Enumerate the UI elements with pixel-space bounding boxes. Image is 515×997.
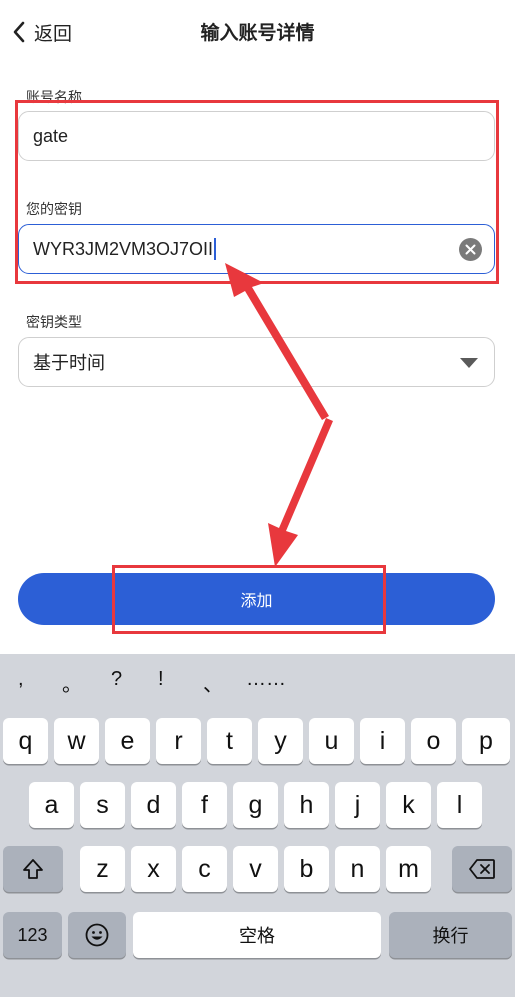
emoji-key[interactable] [68,912,126,958]
key-u[interactable]: u [309,718,354,764]
secret-key-value: WYR3JM2VM3OJ7OII [33,238,214,259]
key-type-value: 基于时间 [33,353,105,373]
key-d[interactable]: d [131,782,176,828]
secret-key-input[interactable]: WYR3JM2VM3OJ7OII [18,224,495,274]
key-c[interactable]: c [182,846,227,892]
return-key[interactable]: 换行 [389,912,512,958]
text-caret [214,238,217,260]
key-z[interactable]: z [80,846,125,892]
key-i[interactable]: i [360,718,405,764]
key-n[interactable]: n [335,846,380,892]
key-y[interactable]: y [258,718,303,764]
home-indicator-area [0,991,515,997]
key-o[interactable]: o [411,718,456,764]
annotation-arrow-down [268,418,333,567]
key-j[interactable]: j [335,782,380,828]
shift-icon [23,859,43,879]
space-key[interactable]: 空格 [133,912,381,958]
punct-key[interactable]: …… [246,668,286,691]
key-v[interactable]: v [233,846,278,892]
key-h[interactable]: h [284,782,329,828]
key-m[interactable]: m [386,846,431,892]
key-e[interactable]: e [105,718,150,764]
punct-key[interactable]: 。 [62,668,82,697]
key-a[interactable]: a [29,782,74,828]
backspace-key[interactable] [452,846,512,892]
punct-key[interactable]: , [18,668,24,691]
punctuation-row: , 。 ? ! 、 …… [0,668,515,706]
key-g[interactable]: g [233,782,278,828]
key-p[interactable]: p [462,718,510,764]
nav-bar: 返回 输入账号详情 [0,0,515,64]
backspace-icon [469,859,495,879]
key-type-label: 密钥类型 [26,314,82,330]
key-type-select[interactable]: 基于时间 [18,337,495,387]
punct-key[interactable]: 、 [203,668,223,697]
punct-key[interactable]: ? [111,668,122,691]
account-name-value: gate [33,125,69,146]
key-t[interactable]: t [207,718,252,764]
key-f[interactable]: f [182,782,227,828]
key-k[interactable]: k [386,782,431,828]
punct-key[interactable]: ! [158,668,164,691]
key-b[interactable]: b [284,846,329,892]
key-x[interactable]: x [131,846,176,892]
key-s[interactable]: s [80,782,125,828]
key-r[interactable]: r [156,718,201,764]
account-name-input[interactable]: gate [18,111,495,161]
dropdown-arrow-icon [460,358,478,368]
shift-key[interactable] [3,846,63,892]
key-q[interactable]: q [3,718,48,764]
keyboard: , 。 ? ! 、 …… q w e r t y u i o p a s d f… [0,654,515,997]
key-l[interactable]: l [437,782,482,828]
page-title: 输入账号详情 [200,23,315,44]
key-w[interactable]: w [54,718,99,764]
clear-icon[interactable] [459,238,482,261]
account-name-label: 账号名称 [26,89,82,105]
secret-key-label: 您的密钥 [26,201,82,217]
numbers-key[interactable]: 123 [3,912,62,958]
add-button[interactable]: 添加 [18,573,495,625]
emoji-icon [85,923,109,947]
